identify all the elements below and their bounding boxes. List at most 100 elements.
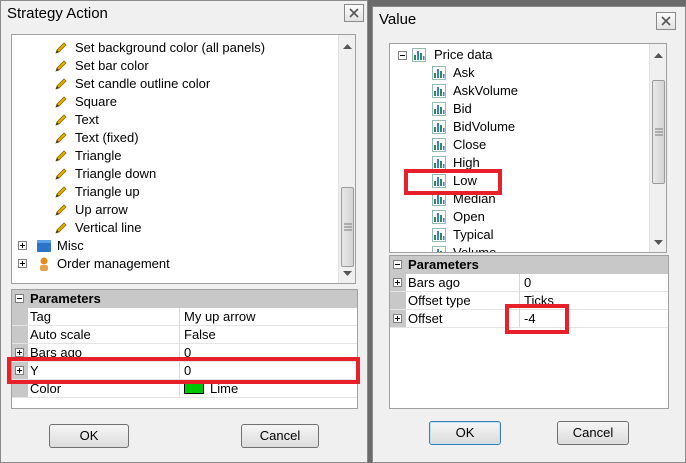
param-row[interactable]: Offset type Ticks — [390, 292, 668, 310]
param-value[interactable]: My up arrow — [180, 308, 357, 325]
collapse-parameters-icon[interactable] — [393, 260, 402, 269]
pencil-icon — [54, 167, 68, 181]
scroll-up-arrow[interactable] — [650, 46, 666, 63]
price-data-tree: Price data Ask AskVolume Bid BidVolume Close H… — [389, 43, 667, 253]
chart-icon — [432, 174, 446, 188]
param-value[interactable]: -4 — [520, 310, 668, 327]
tree-item-label: Text — [75, 112, 99, 127]
chart-icon — [432, 84, 446, 98]
param-value[interactable]: 0 — [520, 274, 668, 291]
expand-icon[interactable] — [393, 314, 402, 323]
expand-icon[interactable] — [15, 366, 24, 375]
left-parameters-grid: Parameters Tag My up arrow Auto scale False… — [11, 289, 358, 409]
param-row[interactable]: Bars ago 0 — [390, 274, 668, 292]
expand-icon[interactable] — [393, 278, 402, 287]
param-value[interactable]: Lime — [180, 380, 357, 397]
scroll-up-arrow[interactable] — [339, 37, 355, 54]
close-button[interactable] — [344, 4, 364, 22]
tree-scrollbar[interactable] — [649, 44, 666, 252]
pencil-icon — [54, 221, 68, 235]
color-swatch — [184, 381, 204, 394]
chart-icon — [432, 228, 446, 242]
pencil-icon — [54, 113, 68, 127]
tree-item-label: Up arrow — [75, 202, 128, 217]
tree-item-label: Text (fixed) — [75, 130, 139, 145]
chart-icon — [432, 210, 446, 224]
collapse-parameters-icon[interactable] — [15, 294, 24, 303]
chart-icon — [432, 246, 446, 252]
scroll-thumb[interactable] — [341, 187, 354, 267]
dialog-title: Value — [379, 11, 417, 28]
chart-icon — [432, 138, 446, 152]
param-name: Offset type — [406, 292, 520, 309]
ok-button[interactable]: OK — [49, 424, 129, 448]
param-name: Bars ago — [28, 344, 180, 361]
param-name: Offset — [406, 310, 520, 327]
right-parameters-grid: Parameters Bars ago 0 Offset type Ticks Offs… — [389, 255, 669, 409]
value-dialog: Value Price data Ask AskVolume Bid BidVolume… — [372, 6, 686, 463]
chart-icon — [432, 156, 446, 170]
tree-item-label: Close — [453, 137, 487, 152]
dialog-title: Strategy Action — [7, 5, 108, 22]
parameters-header-label: Parameters — [30, 291, 101, 306]
param-row[interactable]: Tag My up arrow — [12, 308, 357, 326]
pencil-icon — [54, 59, 68, 73]
parameters-header: Parameters — [390, 256, 668, 274]
cancel-button[interactable]: Cancel — [241, 424, 319, 448]
tree-item-label: AskVolume — [453, 83, 519, 98]
tree-root-label: Price data — [434, 47, 493, 62]
strategy-action-dialog: Strategy Action Set background color (al… — [0, 0, 368, 463]
tree-item-label: Ask — [453, 65, 475, 80]
collapse-icon[interactable] — [398, 51, 407, 60]
folder-icon — [36, 238, 52, 254]
expand-icon[interactable] — [15, 348, 24, 357]
tree-item-label: Typical — [453, 227, 494, 242]
param-row[interactable]: Color Lime — [12, 380, 357, 398]
tree-group-label: Order management — [57, 256, 170, 271]
tree-item-label: Low — [453, 173, 477, 188]
cancel-button[interactable]: Cancel — [557, 421, 629, 445]
action-tree: Set background color (all panels) Set bar… — [11, 34, 356, 284]
tree-item-label: Set candle outline color — [75, 76, 211, 91]
tree-item-label: Bid — [453, 101, 472, 116]
param-name: Tag — [28, 308, 180, 325]
param-value[interactable]: 0 — [180, 344, 357, 361]
pencil-icon — [54, 185, 68, 199]
param-value[interactable]: 0 — [180, 362, 357, 379]
tree-item-label: BidVolume — [453, 119, 516, 134]
param-row[interactable]: Bars ago 0 — [12, 344, 357, 362]
param-value[interactable]: False — [180, 326, 357, 343]
param-name: Bars ago — [406, 274, 520, 291]
scroll-down-arrow[interactable] — [339, 265, 355, 282]
tree-item-label: Volume — [453, 245, 497, 253]
pencil-icon — [54, 149, 68, 163]
person-icon — [36, 256, 52, 272]
pencil-icon — [54, 131, 68, 145]
scroll-down-arrow[interactable] — [650, 234, 666, 251]
tree-scrollbar[interactable] — [338, 35, 355, 283]
param-value[interactable]: Ticks — [520, 292, 668, 309]
tree-item-label: Set bar color — [75, 58, 149, 73]
scroll-thumb[interactable] — [652, 80, 665, 184]
param-row[interactable]: Auto scale False — [12, 326, 357, 344]
chart-icon — [412, 48, 426, 62]
param-name: Y — [28, 362, 180, 379]
tree-item-label: Square — [75, 94, 117, 109]
tree-item-label: Median — [453, 191, 496, 206]
param-name: Auto scale — [28, 326, 180, 343]
close-button[interactable] — [656, 12, 676, 30]
parameters-header-label: Parameters — [408, 257, 479, 272]
chart-icon — [432, 102, 446, 116]
expand-icon[interactable] — [18, 241, 27, 250]
chart-icon — [432, 66, 446, 80]
expand-icon[interactable] — [18, 259, 27, 268]
parameters-header: Parameters — [12, 290, 357, 308]
tree-item-label: High — [453, 155, 480, 170]
close-icon — [661, 16, 671, 26]
param-row[interactable]: Offset -4 — [390, 310, 668, 328]
pencil-icon — [54, 77, 68, 91]
param-row[interactable]: Y0 — [12, 362, 357, 380]
pencil-icon — [54, 41, 68, 55]
ok-button[interactable]: OK — [429, 421, 501, 445]
pencil-icon — [54, 203, 68, 217]
